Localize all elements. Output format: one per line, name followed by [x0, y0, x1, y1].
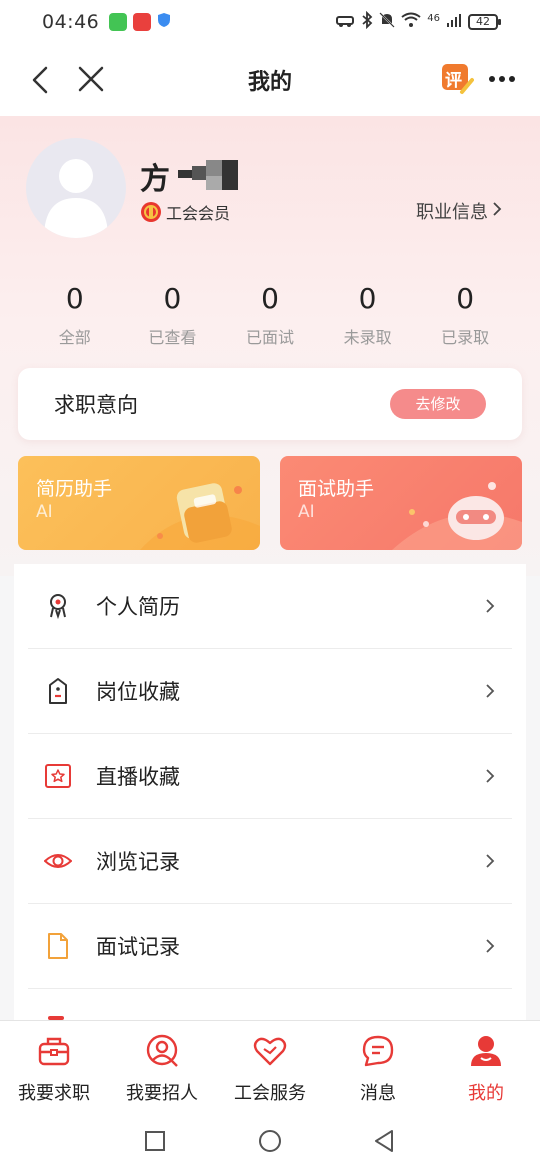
name-mosaic — [178, 160, 238, 190]
job-intention-title: 求职意向 — [54, 393, 138, 417]
stat-viewed[interactable]: 0 已查看 — [124, 282, 222, 348]
chevron-right-icon — [484, 597, 496, 615]
bluetooth-icon — [361, 10, 373, 33]
system-back-icon[interactable] — [372, 1128, 398, 1154]
eye-icon — [43, 847, 73, 875]
union-emblem-icon — [140, 201, 162, 223]
menu-item-label: 岗位收藏 — [96, 680, 180, 704]
stat-value: 0 — [358, 282, 377, 315]
status-time: 04:46 — [42, 11, 100, 33]
resume-assistant-card[interactable]: 简历助手 AI — [18, 456, 260, 550]
menu-item-label: 浏览记录 — [96, 850, 180, 874]
stat-label: 已录取 — [441, 328, 490, 347]
menu-item-job-favorites[interactable]: 岗位收藏 — [28, 649, 512, 734]
bottom-tab-bar: 我要求职 我要招人 工会服务 消息 我的 — [0, 1020, 540, 1112]
menu-item-label: 面试记录 — [96, 935, 180, 959]
signal-icon — [446, 12, 462, 32]
stat-value: 0 — [65, 282, 84, 315]
heart-icon — [252, 1033, 288, 1069]
wechat-notification-icon — [109, 13, 128, 31]
assistant-subtitle: AI — [36, 502, 53, 522]
menu-item-interview-records[interactable]: 面试记录 — [28, 904, 512, 989]
stat-value: 0 — [456, 282, 475, 315]
menu-item-live-favorites[interactable]: 直播收藏 — [28, 734, 512, 819]
tab-mine[interactable]: 我的 — [432, 1021, 540, 1112]
robot-illustration-icon — [392, 482, 522, 550]
bookmark-icon — [44, 677, 72, 705]
status-bar: 04:46 46 42 — [0, 0, 540, 44]
application-stats: 0 全部 0 已查看 0 已面试 0 未录取 0 已录取 — [26, 282, 514, 348]
status-indicators: 46 42 — [335, 10, 501, 33]
mute-bell-icon — [379, 11, 395, 33]
home-icon[interactable] — [257, 1128, 283, 1154]
tab-label: 消息 — [360, 1083, 396, 1104]
menu-item-label: 个人简历 — [96, 595, 180, 619]
network-type: 46 — [427, 12, 440, 24]
stat-value: 0 — [163, 282, 182, 315]
chevron-right-icon — [484, 682, 496, 700]
default-avatar-icon — [44, 159, 108, 238]
stat-label: 已面试 — [245, 328, 294, 347]
chevron-right-icon — [492, 201, 502, 222]
stat-all[interactable]: 0 全部 — [26, 282, 124, 348]
menu-list: 个人简历 岗位收藏 直播收藏 浏览记录 面试记录 — [14, 564, 526, 1020]
avatar[interactable] — [26, 138, 126, 238]
recruit-icon — [144, 1033, 180, 1069]
stat-label: 未录取 — [343, 328, 392, 347]
interview-assistant-card[interactable]: 面试助手 AI — [280, 456, 522, 550]
assistant-subtitle: AI — [298, 502, 315, 522]
live-star-icon — [44, 762, 72, 790]
tab-messages[interactable]: 消息 — [324, 1021, 432, 1112]
briefcase-icon — [36, 1033, 72, 1069]
menu-item-label: 直播收藏 — [96, 765, 180, 789]
chevron-right-icon — [484, 852, 496, 870]
folder-illustration-icon — [140, 483, 260, 550]
assistant-title: 简历助手 — [36, 478, 113, 500]
resume-icon — [44, 592, 72, 620]
system-navigation — [0, 1112, 540, 1170]
stat-rejected[interactable]: 0 未录取 — [319, 282, 417, 348]
tab-label: 我的 — [468, 1083, 504, 1104]
edit-intention-button[interactable]: 去修改 — [390, 389, 486, 419]
rate-badge-text: 评 — [445, 71, 462, 91]
member-badge: 工会会员 — [140, 200, 230, 224]
stat-label: 全部 — [58, 328, 91, 347]
assistant-title: 面试助手 — [298, 478, 375, 500]
career-info-link[interactable]: 职业信息 — [416, 198, 502, 224]
stat-interviewed[interactable]: 0 已面试 — [221, 282, 319, 348]
nav-bar: 我的 评 — [0, 44, 540, 116]
wifi-icon — [401, 12, 421, 32]
message-icon — [360, 1033, 396, 1069]
chevron-right-icon — [484, 767, 496, 785]
career-info-label: 职业信息 — [416, 202, 488, 223]
stat-label: 已查看 — [148, 328, 197, 347]
menu-item-browse-history[interactable]: 浏览记录 — [28, 819, 512, 904]
job-intention-card: 求职意向 去修改 — [18, 368, 522, 440]
more-icon[interactable] — [484, 62, 520, 96]
tab-label: 我要招人 — [126, 1083, 198, 1104]
car-icon — [335, 12, 355, 32]
app-notification-icon — [133, 13, 152, 31]
recents-icon[interactable] — [142, 1128, 168, 1154]
document-icon — [44, 932, 72, 960]
chevron-right-icon — [484, 937, 496, 955]
member-label: 工会会员 — [166, 204, 231, 223]
tab-job-seeking[interactable]: 我要求职 — [0, 1021, 108, 1112]
user-icon — [468, 1033, 504, 1069]
stat-hired[interactable]: 0 已录取 — [416, 282, 514, 348]
shield-icon — [157, 12, 171, 33]
tab-union-services[interactable]: 工会服务 — [216, 1021, 324, 1112]
stat-value: 0 — [261, 282, 279, 315]
tab-recruiting[interactable]: 我要招人 — [108, 1021, 216, 1112]
rate-icon[interactable]: 评 — [440, 62, 474, 96]
menu-item-resume[interactable]: 个人简历 — [28, 564, 512, 649]
user-name: 方 — [140, 162, 170, 197]
tab-label: 我要求职 — [18, 1083, 90, 1104]
tab-label: 工会服务 — [234, 1083, 306, 1104]
battery-indicator: 42 — [468, 14, 501, 30]
